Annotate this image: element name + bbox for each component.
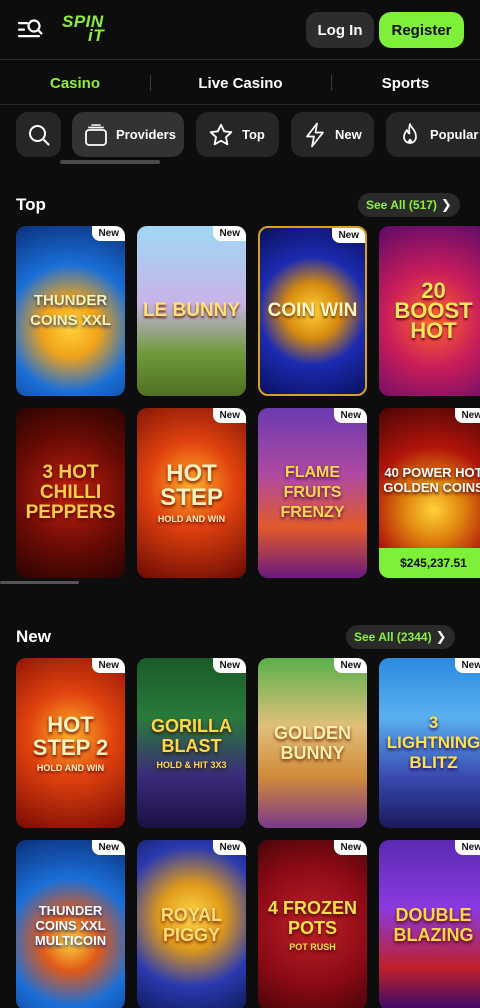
game-tile-40-power-hot[interactable]: 40 Power Hot Golden Coins New $245,237.5… <box>379 408 480 578</box>
game-title-text: Hot Step <box>160 459 223 511</box>
game-title: 3 Hot Chilli Peppers <box>25 462 116 523</box>
new-badge: New <box>334 658 367 673</box>
filter-providers[interactable]: Providers <box>72 112 184 157</box>
game-tile-royal-piggy[interactable]: Royal Piggy New <box>137 840 246 1008</box>
new-badge: New <box>213 226 246 241</box>
chips-scrollbar[interactable] <box>60 160 160 164</box>
category-tabs: Casino Live Casino Sports <box>0 61 480 105</box>
filter-popular[interactable]: Popular <box>386 112 480 157</box>
game-title: Thunder Coins XXL <box>30 292 111 329</box>
chevron-right-icon: ❯ <box>435 629 447 644</box>
star-icon <box>209 123 233 145</box>
chevron-right-icon: ❯ <box>440 197 452 212</box>
game-title: Hot Step 2 Hold and Win <box>16 713 125 774</box>
new-badge: New <box>455 408 480 423</box>
new-badge: New <box>334 840 367 855</box>
filter-chips: Providers Top New Popular <box>0 112 480 158</box>
new-badge: New <box>213 840 246 855</box>
game-title: Le Bunny <box>142 300 241 321</box>
game-title: Thunder Coins XXL Multicoin <box>34 902 107 948</box>
flame-icon <box>403 122 417 144</box>
search-icon <box>28 124 49 145</box>
see-all-top-button[interactable]: See All (517) ❯ <box>358 193 460 217</box>
filter-label: Providers <box>116 127 176 142</box>
game-tile-flame-fruits-frenzy[interactable]: Flame Fruits Frenzy New <box>258 408 367 578</box>
tab-sports[interactable]: Sports <box>331 61 480 105</box>
section-title-new: New <box>16 627 51 646</box>
filter-label: New <box>335 127 362 142</box>
game-tile-double-blazing[interactable]: Double Blazing New <box>379 840 480 1008</box>
game-tile-hot-step-2[interactable]: Hot Step 2 Hold and Win New <box>16 658 125 828</box>
new-badge: New <box>455 658 480 673</box>
game-tile-gorilla-blast[interactable]: Gorilla Blast Hold & Hit 3x3 New <box>137 658 246 828</box>
new-badge: New <box>92 226 125 241</box>
menu-search-icon[interactable] <box>16 16 44 44</box>
game-title-text: 4 Frozen Pots <box>267 897 357 938</box>
filter-label: Top <box>242 127 265 142</box>
game-subtitle: Hold & Hit 3x3 <box>156 759 227 770</box>
app-header: SPIN iT Log In Register <box>0 0 480 60</box>
game-title: Hot Step Hold and Win <box>137 459 246 525</box>
new-badge: New <box>213 408 246 423</box>
game-subtitle: Hold and Win <box>36 762 105 773</box>
game-subtitle: Pot Rush <box>289 941 336 952</box>
game-title: Gorilla Blast Hold & Hit 3x3 <box>137 716 246 771</box>
top-row-scrollbar[interactable] <box>0 581 79 584</box>
game-title: 4 Frozen Pots Pot Rush <box>258 898 367 953</box>
see-all-label: See All (517) <box>366 198 437 212</box>
game-tile-golden-bunny[interactable]: Golden Bunny New <box>258 658 367 828</box>
new-badge: New <box>334 408 367 423</box>
game-title: Royal Piggy <box>160 905 223 945</box>
new-badge: New <box>92 840 125 855</box>
new-badge: New <box>92 658 125 673</box>
tab-casino[interactable]: Casino <box>0 61 150 105</box>
game-title-text: Gorilla Blast <box>151 715 232 756</box>
game-subtitle: Hold and Win <box>157 513 226 524</box>
game-title: 3 Lightning Blitz <box>386 713 480 772</box>
tab-live-casino[interactable]: Live Casino <box>150 61 331 105</box>
new-badge: New <box>213 658 246 673</box>
game-title: Double Blazing <box>393 905 474 945</box>
providers-icon <box>85 123 107 146</box>
login-button[interactable]: Log In <box>306 12 374 48</box>
game-tile-20-boost-hot[interactable]: 20 Boost Hot <box>379 226 480 396</box>
game-title: 40 Power Hot Golden Coins <box>383 465 480 495</box>
register-button[interactable]: Register <box>379 12 464 48</box>
game-tile-thunder-coins-xxl[interactable]: Thunder Coins XXL New <box>16 226 125 396</box>
game-title: Golden Bunny <box>273 723 351 763</box>
game-tile-hot-step[interactable]: Hot Step Hold and Win New <box>137 408 246 578</box>
game-title: Flame Fruits Frenzy <box>280 464 345 521</box>
filter-top[interactable]: Top <box>196 112 279 157</box>
game-title-text: Hot Step 2 <box>32 711 109 760</box>
game-tile-coin-win[interactable]: Coin Win New <box>258 226 367 396</box>
game-tile-le-bunny[interactable]: Le Bunny New <box>137 226 246 396</box>
section-title-top: Top <box>16 195 46 214</box>
new-badge: New <box>332 228 365 243</box>
spinit-logo[interactable]: SPIN iT <box>62 13 122 45</box>
filter-label: Popular <box>430 127 479 142</box>
game-tile-3-lightning-blitz[interactable]: 3 Lightning Blitz New <box>379 658 480 828</box>
see-all-label: See All (2344) <box>354 630 432 644</box>
game-title: Coin Win <box>267 300 358 321</box>
game-tile-4-frozen-pots[interactable]: 4 Frozen Pots Pot Rush New <box>258 840 367 1008</box>
logo-text-line2: iT <box>88 26 105 45</box>
lightning-icon <box>306 122 324 147</box>
new-badge: New <box>455 840 480 855</box>
search-button[interactable] <box>16 112 61 157</box>
game-tile-3-hot-chilli-peppers[interactable]: 3 Hot Chilli Peppers <box>16 408 125 578</box>
jackpot-amount: $245,237.51 <box>379 548 480 578</box>
game-title: 20 Boost Hot <box>394 278 473 343</box>
game-tile-thunder-coins-multicoin[interactable]: Thunder Coins XXL Multicoin New <box>16 840 125 1008</box>
filter-new[interactable]: New <box>291 112 374 157</box>
see-all-new-button[interactable]: See All (2344) ❯ <box>346 625 455 649</box>
